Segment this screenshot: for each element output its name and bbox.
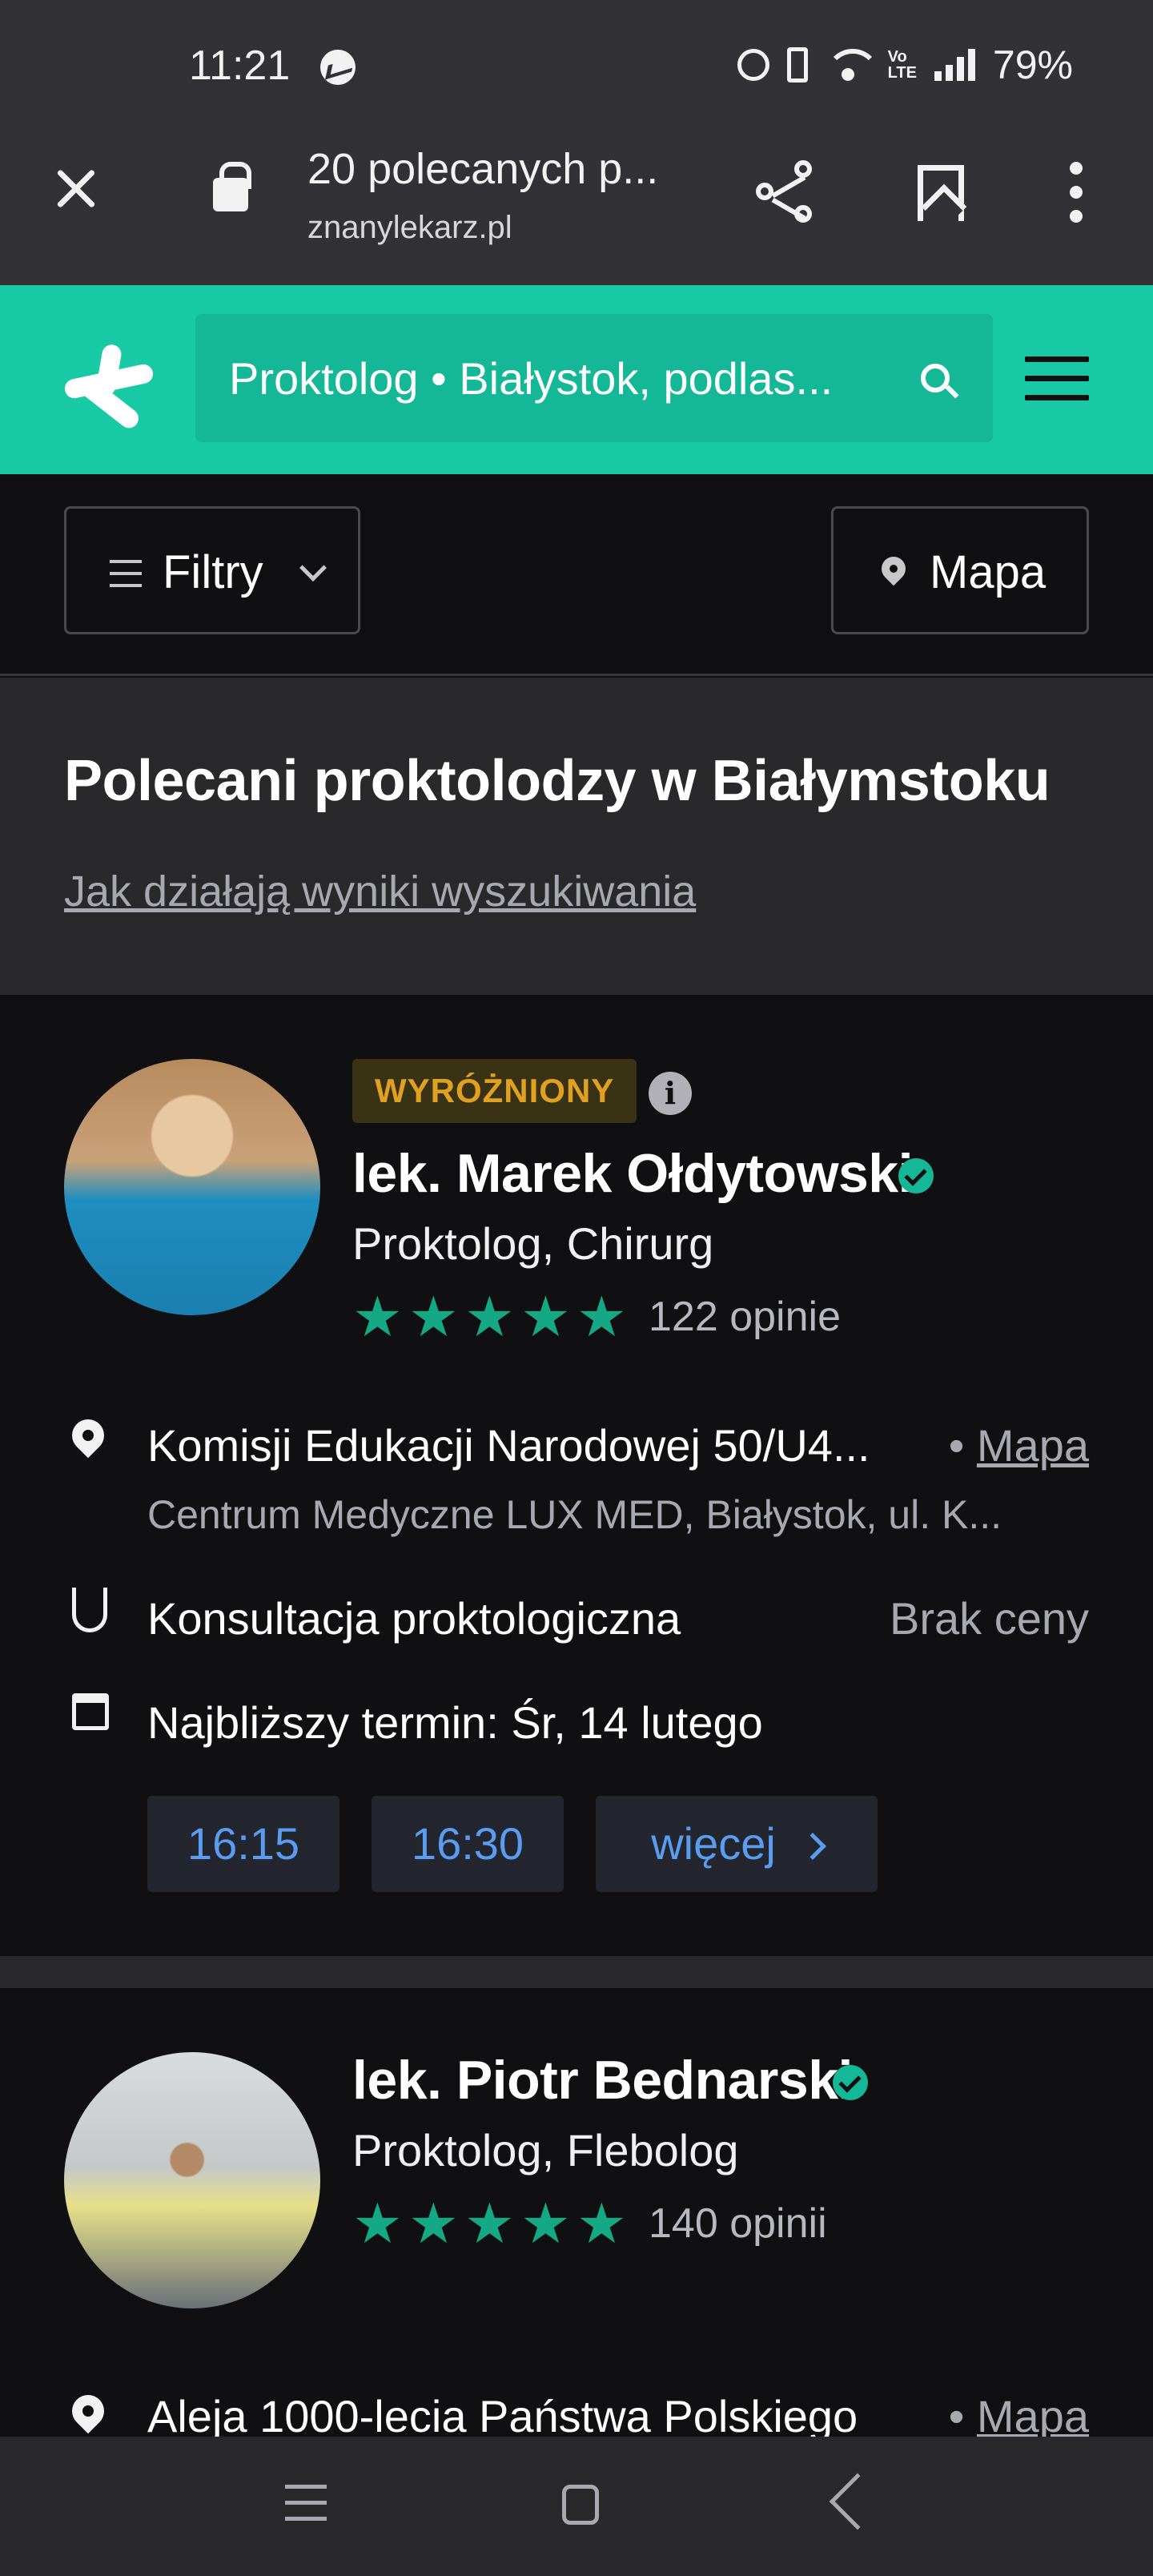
back-icon[interactable]: [829, 2473, 886, 2530]
address: Aleja 1000-lecia Państwa Polskiego: [147, 2391, 858, 2441]
search-query: Proktolog • Białystok, podlas...: [229, 353, 834, 404]
alarm-icon: [737, 49, 769, 81]
star-icon: ★: [520, 1286, 571, 1348]
more-options-icon[interactable]: [1068, 162, 1084, 223]
map-label: Mapa: [930, 546, 1047, 598]
location-pin-icon: [876, 551, 911, 586]
time-slot-button[interactable]: 16:30: [372, 1796, 564, 1892]
clock: 11:21: [189, 42, 291, 89]
messenger-icon: [320, 50, 356, 85]
doctor-name[interactable]: lek. Piotr Bednarski: [352, 2049, 853, 2111]
star-icon: ★: [408, 2192, 459, 2255]
star-icon: ★: [408, 1286, 459, 1348]
location-pin-icon: [65, 1412, 111, 1459]
home-icon[interactable]: [562, 2485, 599, 2525]
stethoscope-icon: [72, 1588, 107, 1632]
vibrate-icon: [786, 47, 808, 83]
doctor-name[interactable]: lek. Marek Ołdytowski: [352, 1142, 914, 1205]
wifi-icon: [825, 49, 880, 81]
doctor-card: lek. Piotr Bednarski Proktolog, Flebolog…: [0, 1988, 1153, 2441]
verified-icon: [833, 2065, 868, 2100]
volte-icon: Vo LTE: [887, 48, 917, 82]
signal-icon: [934, 49, 975, 81]
info-icon[interactable]: i: [649, 1072, 692, 1115]
status-bar: 11:21 Vo LTE 79% 20 polecanych p... znany…: [0, 0, 1153, 285]
page: 11:21 Vo LTE 79% 20 polecanych p... znany…: [0, 0, 1153, 2576]
bookmark-icon[interactable]: [918, 165, 964, 221]
time-slot-button[interactable]: 16:15: [147, 1796, 339, 1892]
review-count[interactable]: 140 opinii: [649, 2200, 827, 2248]
battery-text: 79%: [992, 42, 1073, 87]
more-slots-button[interactable]: więcej: [596, 1796, 878, 1892]
doctor-avatar[interactable]: [64, 1059, 320, 1315]
chevron-right-icon: [798, 1833, 826, 1860]
next-available-date: Najbliższy termin: Śr, 14 lutego: [147, 1697, 763, 1748]
address: Komisji Edukacji Narodowej 50/U4...: [147, 1420, 870, 1471]
verified-icon: [898, 1158, 934, 1193]
review-count[interactable]: 122 opinie: [649, 1293, 841, 1341]
filters-button[interactable]: Filtry: [64, 506, 360, 634]
doctor-specialties: Proktolog, Chirurg: [352, 1218, 714, 1269]
filters-label: Filtry: [163, 546, 263, 598]
star-icon: ★: [576, 2192, 627, 2255]
hamburger-menu-icon[interactable]: [1025, 356, 1089, 401]
card-divider: [0, 1956, 1153, 1988]
system-nav-bar: [0, 2437, 1153, 2576]
status-icons: Vo LTE 79%: [737, 42, 1073, 88]
map-button[interactable]: Mapa: [831, 506, 1089, 634]
star-icon: ★: [352, 1286, 403, 1348]
featured-badge: WYRÓŻNIONY: [352, 1059, 637, 1123]
doctor-specialties: Proktolog, Flebolog: [352, 2125, 739, 2176]
star-icon: ★: [464, 2192, 515, 2255]
star-icon: ★: [520, 2192, 571, 2255]
share-icon[interactable]: [756, 160, 820, 224]
search-results-info-link[interactable]: Jak działają wyniki wyszukiwania: [64, 867, 696, 916]
map-link[interactable]: • Mapa: [949, 2390, 1089, 2442]
star-icon: ★: [352, 2192, 403, 2255]
chevron-down-icon: [299, 554, 327, 582]
doctor-card: WYRÓŻNIONY i lek. Marek Ołdytowski Prokt…: [0, 995, 1153, 1956]
filter-bar: Filtry Mapa: [0, 474, 1153, 676]
location-pin-icon: [65, 2388, 111, 2434]
facility-name: Centrum Medyczne LUX MED, Białystok, ul.…: [147, 1492, 1002, 1537]
rating[interactable]: ★ ★ ★ ★ ★ 122 opinie: [352, 1286, 841, 1348]
search-icon[interactable]: [921, 364, 950, 392]
results-heading: Polecani proktolodzy w Białymstoku Jak d…: [0, 678, 1153, 995]
sliders-icon: [110, 560, 142, 589]
service-name: Konsultacja proktologiczna: [147, 1593, 681, 1644]
search-input[interactable]: Proktolog • Białystok, podlas...: [195, 314, 993, 442]
service-price: Brak ceny: [890, 1593, 1089, 1644]
calendar-icon: [72, 1693, 109, 1730]
znanylekarz-logo-icon[interactable]: [62, 343, 155, 433]
star-icon: ★: [576, 1286, 627, 1348]
star-icon: ★: [464, 1286, 515, 1348]
close-icon[interactable]: [48, 160, 104, 216]
doctor-avatar[interactable]: [64, 2052, 320, 2308]
page-url[interactable]: znanylekarz.pl: [307, 210, 512, 246]
lock-icon[interactable]: [213, 162, 251, 211]
page-title: Polecani proktolodzy w Białymstoku: [64, 749, 1051, 813]
map-link[interactable]: • Mapa: [949, 1419, 1089, 1471]
rating[interactable]: ★ ★ ★ ★ ★ 140 opinii: [352, 2192, 827, 2255]
tab-title[interactable]: 20 polecanych p...: [307, 144, 658, 194]
recents-icon[interactable]: [285, 2485, 327, 2525]
